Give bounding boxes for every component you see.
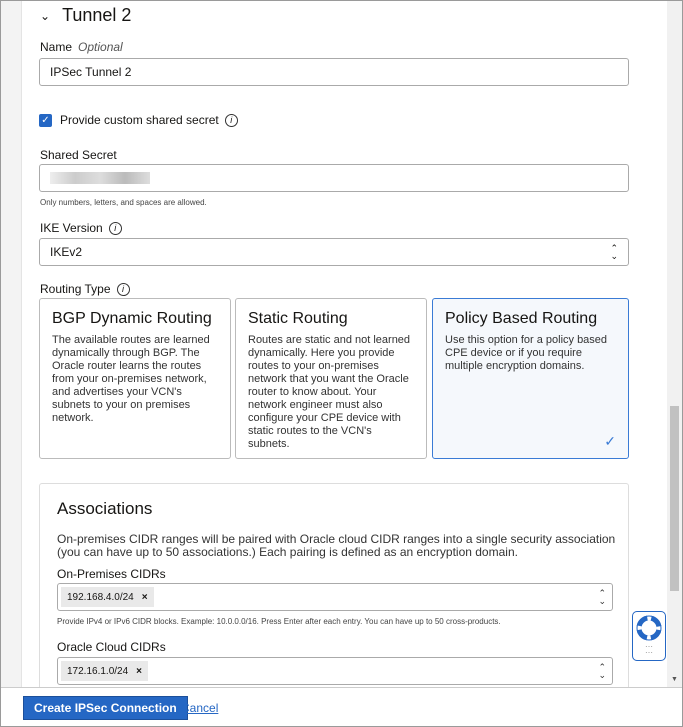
- name-input[interactable]: IPSec Tunnel 2: [39, 58, 629, 86]
- option-title: Static Routing: [248, 310, 348, 327]
- cidr-tag: 172.16.1.0/24 ×: [61, 661, 149, 681]
- onprem-label: On-Premises CIDRs: [57, 567, 166, 581]
- cidr-tag: 192.168.4.0/24 ×: [61, 587, 154, 607]
- ike-value: IKEv2: [50, 245, 83, 259]
- name-value: IPSec Tunnel 2: [50, 65, 132, 79]
- shared-secret-hint: Only numbers, letters, and spaces are al…: [40, 198, 207, 207]
- section-title: Tunnel 2: [62, 5, 132, 25]
- custom-secret-row: ✓ Provide custom shared secret i: [39, 113, 238, 127]
- scrollbar-thumb[interactable]: [670, 406, 679, 591]
- left-gutter: [1, 1, 22, 687]
- onprem-cidr-input[interactable]: 192.168.4.0/24 × ⌃ ⌄: [57, 583, 613, 611]
- name-label: Name Optional: [40, 40, 123, 54]
- shared-secret-label: Shared Secret: [40, 148, 117, 162]
- option-desc: The available routes are learned dynamic…: [52, 334, 210, 424]
- scroll-down-arrow[interactable]: ▼: [671, 676, 678, 683]
- select-arrows-icon: ⌃ ⌄: [610, 243, 618, 261]
- cloud-label: Oracle Cloud CIDRs: [57, 640, 166, 654]
- check-icon: ✓: [604, 433, 616, 449]
- onprem-hint: Provide IPv4 or IPv6 CIDR blocks. Exampl…: [57, 617, 501, 626]
- help-widget[interactable]: ⋯ ⋯: [632, 611, 666, 661]
- optional-tag: Optional: [78, 40, 123, 54]
- scrollbar[interactable]: ▼: [667, 1, 682, 687]
- shared-secret-input[interactable]: [39, 164, 629, 192]
- ike-select[interactable]: IKEv2 ⌃ ⌄: [39, 238, 629, 266]
- routing-option-static[interactable]: Static Routing Routes are static and not …: [235, 298, 427, 459]
- masked-secret: [50, 172, 150, 184]
- option-desc: Use this option for a policy based CPE d…: [445, 334, 608, 372]
- option-desc: Routes are static and not learned dynami…: [248, 334, 411, 450]
- ike-label: IKE Version i: [40, 221, 122, 236]
- custom-secret-label: Provide custom shared secret: [60, 113, 219, 127]
- routing-label-text: Routing Type: [40, 282, 111, 296]
- cloud-cidr-input[interactable]: 172.16.1.0/24 × ⌃ ⌄: [57, 657, 613, 685]
- select-arrows-icon: ⌃ ⌄: [598, 588, 606, 606]
- info-icon[interactable]: i: [116, 283, 130, 297]
- remove-tag-icon[interactable]: ×: [136, 666, 142, 677]
- tag-text: 172.16.1.0/24: [67, 665, 129, 677]
- info-icon[interactable]: i: [224, 113, 238, 127]
- create-ipsec-button[interactable]: Create IPSec Connection: [23, 696, 188, 720]
- name-label-text: Name: [40, 40, 73, 54]
- chevron-down-icon: ⌄: [40, 9, 51, 24]
- ike-label-text: IKE Version: [40, 221, 103, 235]
- routing-option-policy[interactable]: Policy Based Routing Use this option for …: [432, 298, 629, 459]
- info-icon[interactable]: i: [108, 222, 122, 236]
- custom-secret-checkbox[interactable]: ✓: [39, 113, 52, 127]
- associations-desc: On-premises CIDR ranges will be paired w…: [57, 532, 616, 559]
- tag-text: 192.168.4.0/24: [67, 591, 134, 603]
- lifebuoy-icon: [636, 615, 662, 641]
- associations-title: Associations: [57, 499, 153, 518]
- option-title: Policy Based Routing: [445, 310, 598, 327]
- routing-option-bgp[interactable]: BGP Dynamic Routing The available routes …: [39, 298, 231, 459]
- footer: Create IPSec Connection Cancel: [1, 687, 682, 726]
- remove-tag-icon[interactable]: ×: [142, 592, 148, 603]
- drag-handle-icon[interactable]: ⋯ ⋯: [633, 643, 665, 657]
- routing-label: Routing Type i: [40, 282, 130, 297]
- select-arrows-icon: ⌃ ⌄: [598, 662, 606, 680]
- option-title: BGP Dynamic Routing: [52, 310, 212, 327]
- section-header[interactable]: ⌄ Tunnel 2: [40, 5, 131, 26]
- cancel-link[interactable]: Cancel: [181, 701, 218, 715]
